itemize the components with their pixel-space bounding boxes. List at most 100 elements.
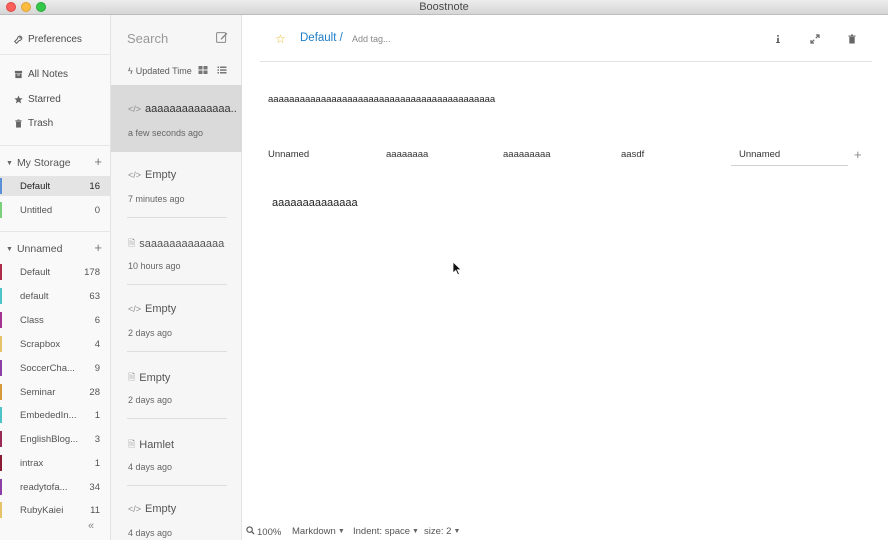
folder-name: Seminar [20, 386, 56, 398]
note-list-item[interactable]: </> Empty 7 minutes ago [111, 151, 242, 218]
indent-selector[interactable]: Indent: space ▼ [353, 526, 419, 537]
fullscreen-icon[interactable] [809, 33, 821, 45]
caret-down-icon: ▼ [412, 528, 419, 535]
folder-item[interactable]: Class 6 [0, 310, 111, 330]
preferences-label: Preferences [28, 33, 82, 45]
folder-count: 9 [94, 362, 100, 374]
snippet-tab-active[interactable]: Unnamed [731, 149, 848, 166]
folder-item[interactable]: default 63 [0, 286, 111, 306]
folder-color-bar [0, 502, 2, 518]
list-view-icon[interactable] [217, 65, 227, 75]
folder-color-bar [0, 407, 2, 423]
folder-count: 178 [84, 266, 100, 278]
folder-color-bar [0, 360, 2, 376]
note-list-item[interactable]: </> Empty 2 days ago [111, 285, 242, 352]
folder-item[interactable]: EnglishBlog... 3 [0, 429, 111, 449]
snippet-tab[interactable]: Unnamed [268, 149, 309, 160]
status-bar: 100% Markdown ▼ Indent: space ▼ size: 2 ▼ [242, 524, 888, 540]
note-title: saaaaaaaaaaaaa [139, 238, 225, 250]
folder-count: 11 [90, 504, 100, 516]
code-icon: </> [128, 504, 142, 514]
folder-item[interactable]: Default 16 [0, 176, 111, 196]
document-icon: 🗎 [128, 372, 136, 382]
add-snippet-tab-button[interactable]: + [854, 147, 862, 162]
folder-name: Default [20, 266, 51, 278]
zoom-value: 100% [257, 526, 282, 538]
note-list-item[interactable]: 🗎 saaaaaaaaaaaaa 10 hours ago [111, 218, 242, 285]
bolt-icon: ϟ [128, 66, 133, 76]
folder-item[interactable]: Untitled 0 [0, 200, 111, 220]
folder-count: 16 [89, 180, 100, 192]
collapse-sidebar-button[interactable]: « [88, 520, 94, 532]
wrench-icon [12, 33, 24, 45]
search-input[interactable]: Search [127, 31, 168, 46]
mode-selector[interactable]: Markdown ▼ [292, 526, 345, 537]
grid-view-icon[interactable] [198, 65, 208, 75]
indent-size-selector[interactable]: size: 2 ▼ [424, 526, 460, 537]
storage-header-my-storage[interactable]: ▼ My Storage + [0, 154, 111, 172]
note-list-item[interactable]: 🗎 Hamlet 4 days ago [111, 419, 242, 486]
folder-name: readytofa... [20, 481, 68, 493]
folder-item[interactable]: SoccerCha... 9 [0, 358, 111, 378]
folder-name: EnglishBlog... [20, 433, 79, 445]
zoom-control[interactable]: 100% [246, 526, 281, 538]
window-title: Boostnote [419, 1, 469, 13]
info-icon[interactable] [772, 33, 784, 45]
nav-label: Trash [28, 117, 54, 129]
folder-item[interactable]: EmbededIn... 1 [0, 405, 111, 425]
note-title: Empty [145, 169, 177, 181]
document-icon: 🗎 [128, 238, 136, 248]
folder-name: Scrapbox [20, 338, 61, 350]
folder-name: Default [20, 180, 51, 192]
zoom-icon [246, 526, 255, 538]
folder-color-bar [0, 288, 2, 304]
folder-count: 63 [89, 290, 100, 302]
note-time: 2 days ago [128, 395, 173, 405]
caret-down-icon: ▼ [6, 245, 13, 253]
sort-selector[interactable]: ϟ Updated Time [128, 66, 192, 76]
trash-icon [12, 117, 24, 129]
document-icon: 🗎 [128, 439, 136, 449]
preferences-button[interactable]: Preferences [12, 30, 82, 48]
code-editor[interactable]: aaaaaaaaaaaaaa [272, 197, 358, 209]
note-list-item[interactable]: </> Empty 4 days ago [111, 485, 242, 540]
snippet-tab[interactable]: aaaaaaaa [386, 149, 428, 160]
note-list-item[interactable]: 🗎 Empty 2 days ago [111, 352, 242, 419]
snippet-description[interactable]: aaaaaaaaaaaaaaaaaaaaaaaaaaaaaaaaaaaaaaaa… [268, 94, 495, 105]
folder-item[interactable]: Scrapbox 4 [0, 334, 111, 354]
folder-color-bar [0, 202, 2, 218]
folder-name: intrax [20, 457, 44, 469]
caret-down-icon: ▼ [6, 159, 13, 167]
nav-starred[interactable]: Starred [12, 90, 61, 108]
folder-item[interactable]: intrax 1 [0, 453, 111, 473]
storage-header-unnamed[interactable]: ▼ Unnamed + [0, 240, 111, 258]
snippet-editor: ☆ Default / Add tag... aaaaaaaaaaaaaaaaa… [242, 15, 888, 540]
snippet-tab[interactable]: aasdf [621, 149, 644, 160]
add-tag-input[interactable]: Add tag... [352, 34, 391, 44]
folder-count: 28 [89, 386, 100, 398]
caret-down-icon: ▼ [337, 528, 345, 535]
add-folder-button[interactable]: + [94, 241, 102, 255]
folder-path-link[interactable]: Default / [300, 32, 343, 44]
divider [0, 231, 111, 232]
new-note-icon[interactable] [216, 31, 229, 44]
folder-item[interactable]: readytofa... 34 [0, 477, 111, 497]
folder-color-bar [0, 312, 2, 328]
nav-trash[interactable]: Trash [12, 114, 53, 132]
trash-icon[interactable] [846, 33, 858, 45]
folder-item[interactable]: Seminar 28 [0, 382, 111, 402]
note-time: a few seconds ago [128, 128, 204, 138]
divider [0, 145, 111, 146]
folder-item[interactable]: RubyKaiei 11 [0, 500, 111, 520]
folder-color-bar [0, 384, 2, 400]
star-toggle-icon[interactable]: ☆ [275, 32, 286, 46]
note-list-item[interactable]: </> aaaaaaaaaaaaaa... a few seconds ago [111, 85, 242, 152]
storage-name: My Storage [16, 157, 71, 169]
snippet-tab[interactable]: aaaaaaaaa [503, 149, 551, 160]
add-folder-button[interactable]: + [94, 155, 102, 169]
folder-name: EmbededIn... [20, 409, 77, 421]
folder-count: 0 [94, 204, 100, 216]
folder-name: default [20, 290, 49, 302]
nav-all-notes[interactable]: All Notes [12, 65, 68, 83]
folder-item[interactable]: Default 178 [0, 262, 111, 282]
